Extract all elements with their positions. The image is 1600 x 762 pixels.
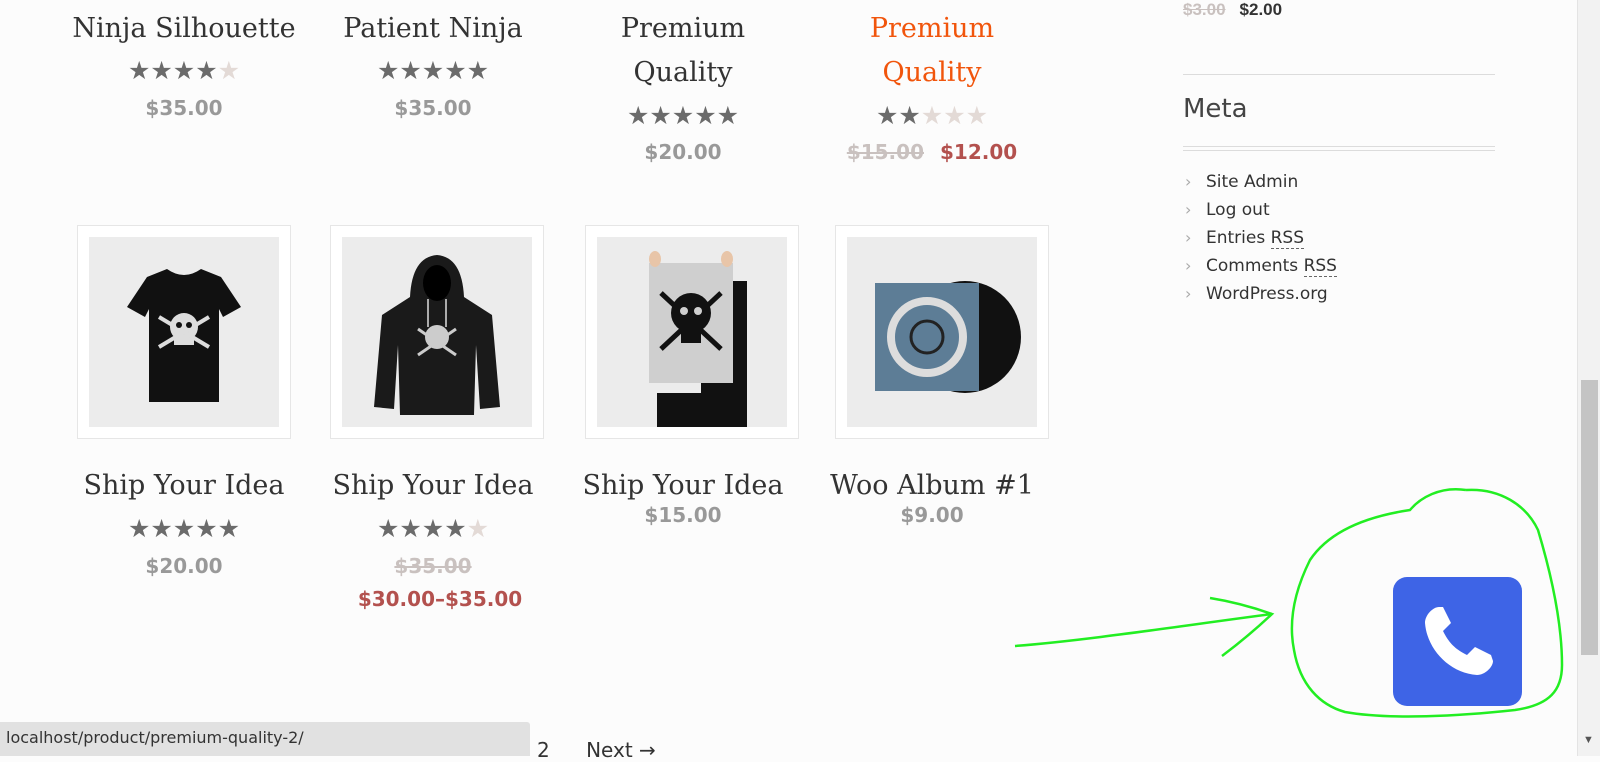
pagination: 2 Next → [537, 738, 656, 762]
chevron-right-icon: › [1185, 200, 1192, 219]
old-price: $15.00 [846, 140, 924, 164]
product-title[interactable]: Ship Your Idea [313, 463, 553, 509]
meta-links-list: › Site Admin › Log out › Entries RSS › Comme… [1183, 168, 1337, 308]
divider [1183, 74, 1495, 75]
annotation-arrow-shaft [1014, 612, 1273, 648]
scroll-down-arrow-icon[interactable]: ▼ [1583, 734, 1594, 746]
product-title-line2[interactable]: Quality [812, 50, 1052, 96]
poster-image[interactable] [597, 237, 787, 427]
scrollbar-thumb[interactable] [1581, 380, 1598, 655]
product-price: $15.00 $12.00 [812, 140, 1052, 164]
chevron-right-icon: › [1185, 228, 1192, 247]
product-price: $15.00 [644, 503, 722, 527]
meta-widget-title: Meta [1183, 94, 1248, 124]
product-title[interactable]: Ninja Silhouette [64, 6, 304, 52]
chevron-right-icon: › [1185, 284, 1192, 303]
product-title[interactable]: Patient Ninja [313, 6, 553, 52]
page-number[interactable]: 2 [537, 738, 550, 762]
product-image-frame[interactable] [585, 225, 799, 439]
product-price: $20.00 [145, 554, 223, 578]
meta-link-site-admin[interactable]: › Site Admin [1183, 168, 1337, 196]
status-url: localhost/product/premium-quality-2/ [6, 728, 304, 747]
divider [1183, 150, 1495, 151]
meta-link-entries-rss[interactable]: › Entries RSS [1183, 224, 1337, 252]
chevron-right-icon: › [1185, 172, 1192, 191]
chevron-right-icon: › [1185, 256, 1192, 275]
meta-link-wordpress-org[interactable]: › WordPress.org [1183, 280, 1337, 308]
product-price: $35.00 [394, 96, 472, 120]
product-title-line2[interactable]: Quality [563, 50, 803, 96]
call-button[interactable] [1393, 577, 1522, 706]
browser-status-bar: localhost/product/premium-quality-2/ [0, 722, 530, 756]
product-image-frame[interactable] [77, 225, 291, 439]
old-price: $3.00 [1183, 0, 1226, 19]
rating-stars: ★★★★★ [376, 57, 490, 85]
product-title[interactable]: Ship Your Idea [64, 463, 304, 509]
scrollbar[interactable]: ▼ [1577, 0, 1600, 756]
sale-price: $2.00 [1239, 0, 1283, 19]
rating-stars: ★★★★★ [127, 57, 241, 85]
rating-stars: ★★★★★ [376, 515, 490, 543]
annotation-arrow-head [1209, 596, 1275, 657]
sale-price-range: $30.00–$35.00 [357, 587, 523, 611]
old-price: $35.00 [394, 554, 472, 578]
hoodie-image[interactable] [342, 237, 532, 427]
meta-link-comments-rss[interactable]: › Comments RSS [1183, 252, 1337, 280]
product-title-line1[interactable]: Premium [812, 6, 1052, 52]
rating-stars: ★★★★★ [875, 102, 989, 130]
rating-stars: ★★★★★ [626, 102, 740, 130]
sale-price: $12.00 [940, 140, 1018, 164]
meta-link-log-out[interactable]: › Log out [1183, 196, 1337, 224]
vinyl-record-image[interactable] [847, 237, 1037, 427]
tshirt-image[interactable] [89, 237, 279, 427]
product-image-frame[interactable] [835, 225, 1049, 439]
sidebar-product-price: $3.00 $2.00 [1183, 0, 1282, 20]
product-price: $20.00 [644, 140, 722, 164]
rating-stars: ★★★★★ [127, 515, 241, 543]
next-page-link[interactable]: Next → [586, 738, 656, 762]
product-price: $35.00 [145, 96, 223, 120]
product-title-line1[interactable]: Premium [563, 6, 803, 52]
product-image-frame[interactable] [330, 225, 544, 439]
phone-icon [1425, 607, 1493, 675]
divider [1183, 146, 1495, 147]
